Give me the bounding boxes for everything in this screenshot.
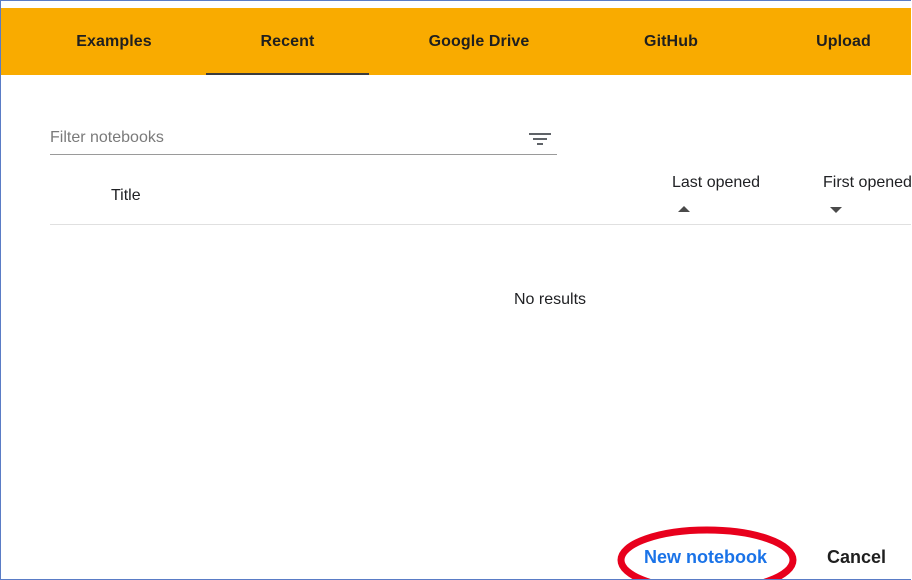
notebook-dialog: Examples Recent Google Drive GitHub Uplo… xyxy=(0,0,911,580)
tab-recent[interactable]: Recent xyxy=(206,8,369,75)
tab-bar: Examples Recent Google Drive GitHub Uplo… xyxy=(1,8,911,75)
header-divider xyxy=(50,224,911,225)
column-header-first-opened[interactable]: First opened xyxy=(823,174,911,192)
tab-upload[interactable]: Upload xyxy=(781,8,906,75)
tab-examples[interactable]: Examples xyxy=(46,8,182,75)
column-header-title[interactable]: Title xyxy=(111,187,141,205)
filter-field xyxy=(50,124,557,155)
filter-notebooks-input[interactable] xyxy=(50,124,510,152)
cancel-button[interactable]: Cancel xyxy=(827,547,886,568)
arrow-down-icon[interactable] xyxy=(830,207,842,213)
filter-list-icon[interactable] xyxy=(528,129,552,149)
active-tab-indicator xyxy=(206,73,369,75)
new-notebook-button[interactable]: New notebook xyxy=(644,547,790,568)
tab-github[interactable]: GitHub xyxy=(601,8,741,75)
column-header-last-opened[interactable]: Last opened xyxy=(672,174,760,192)
empty-state-message: No results xyxy=(514,291,587,308)
tab-google-drive[interactable]: Google Drive xyxy=(399,8,559,75)
arrow-up-icon[interactable] xyxy=(678,206,690,212)
